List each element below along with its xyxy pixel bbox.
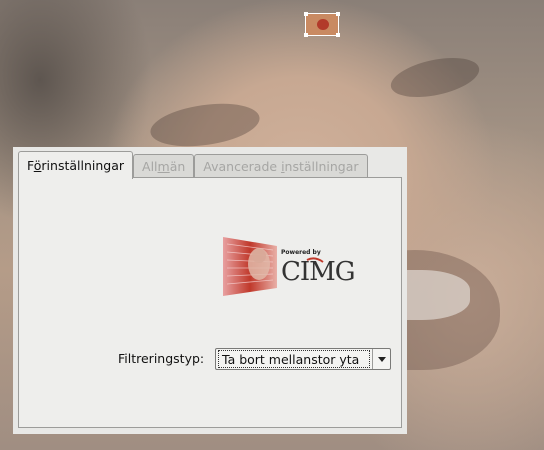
resize-handle[interactable]	[304, 12, 308, 16]
tab-label: Avancerade inställningar	[203, 159, 359, 174]
resize-handle[interactable]	[336, 33, 340, 37]
tab-bar: Förinställningar Allmän Avancerade instä…	[18, 150, 368, 179]
thumbnail-dot	[317, 19, 329, 30]
tab-general[interactable]: Allmän	[133, 154, 195, 178]
filter-type-row: Filtreringstyp: Ta bort mellanstor yta	[19, 348, 391, 370]
filter-type-value: Ta bort mellanstor yta	[218, 350, 370, 368]
tab-advanced-settings[interactable]: Avancerade inställningar	[194, 154, 368, 178]
filter-dialog: Förinställningar Allmän Avancerade instä…	[13, 147, 407, 434]
filter-type-dropdown[interactable]: Ta bort mellanstor yta	[215, 348, 391, 370]
powered-by-text: Powered by	[281, 249, 321, 256]
filter-type-label: Filtreringstyp:	[118, 351, 205, 366]
resize-handle[interactable]	[304, 33, 308, 37]
dropdown-button[interactable]	[372, 349, 390, 369]
cimg-logo-graphic: Powered by CImg	[223, 237, 356, 296]
brand-text: CImg	[281, 257, 355, 287]
tab-panel: Powered by CImg Filtreringstyp: Ta bort …	[18, 177, 402, 428]
chevron-down-icon	[377, 356, 386, 362]
photo-eye-left	[147, 97, 263, 153]
photo-eye-right	[387, 51, 483, 104]
cimg-logo: Powered by CImg	[219, 234, 369, 299]
resize-handle[interactable]	[336, 12, 340, 16]
tab-label: Förinställningar	[27, 158, 125, 173]
tab-presets[interactable]: Förinställningar	[18, 151, 134, 179]
preview-thumbnail-icon[interactable]	[304, 12, 340, 37]
tab-label: Allmän	[142, 159, 186, 174]
